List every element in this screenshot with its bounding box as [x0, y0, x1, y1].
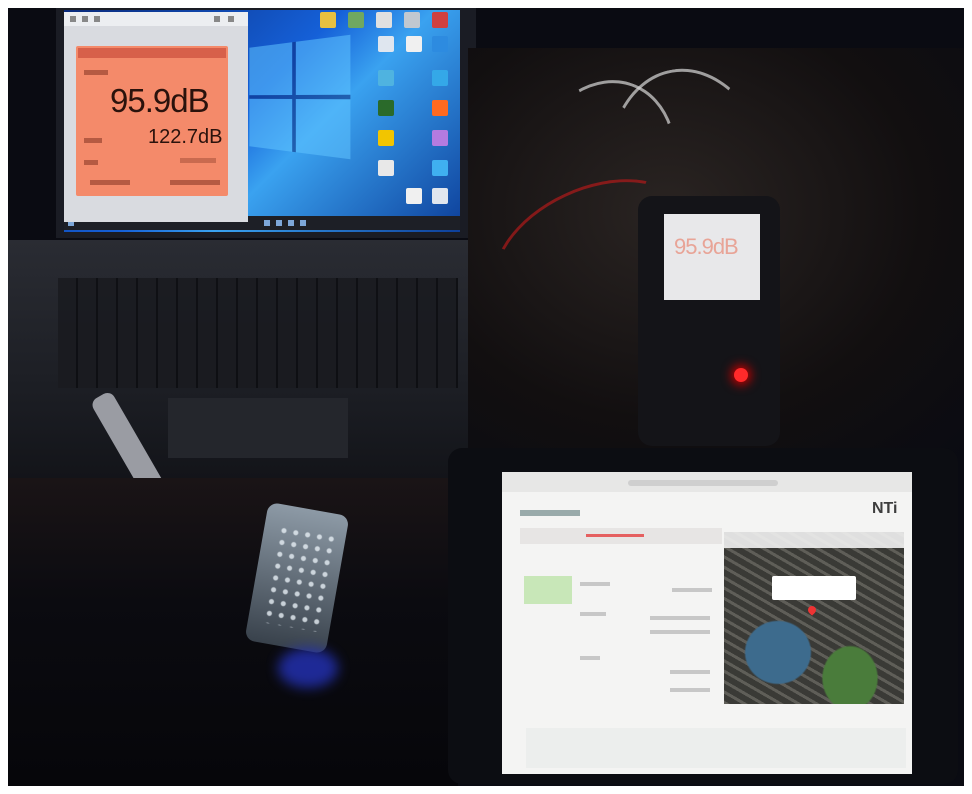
list-item [650, 616, 710, 620]
status-checkmark-cell[interactable] [524, 576, 572, 604]
panel-status-bar [78, 48, 226, 58]
peak-label [84, 138, 102, 143]
desktop-icon[interactable] [404, 12, 420, 28]
list-item [580, 612, 606, 616]
map-toolbar [724, 532, 904, 548]
desktop-icon[interactable] [378, 130, 394, 146]
titlebar-icon [70, 16, 76, 22]
taskbar-app-icon[interactable] [264, 220, 270, 226]
desktop-icon[interactable] [406, 188, 422, 204]
page-heading [520, 510, 580, 516]
taskbar-app-icon[interactable] [276, 220, 282, 226]
desktop-icon[interactable] [378, 160, 394, 176]
titlebar-icon [94, 16, 100, 22]
list-item [670, 670, 710, 674]
photo: 95.9dB 122.7dB 95.9dB NTi [8, 8, 964, 786]
playback-controls[interactable] [170, 180, 220, 185]
desktop-icon[interactable] [432, 100, 448, 116]
list-item [580, 656, 600, 660]
list-item [670, 688, 710, 692]
taskbar-app-icon[interactable] [300, 220, 306, 226]
desktop-icon[interactable] [378, 36, 394, 52]
main-level-value: 95.9dB [110, 82, 210, 119]
browser-address-bar[interactable] [628, 480, 778, 486]
meter-display-value: 95.9dB [674, 234, 739, 259]
desktop-icon[interactable] [378, 70, 394, 86]
window-titlebar[interactable] [64, 12, 248, 26]
blue-light-glow [278, 648, 338, 688]
minimize-icon[interactable] [214, 16, 220, 22]
page-footer-panel [526, 728, 906, 768]
desktop-icon[interactable] [348, 12, 364, 28]
laptop-keyboard [58, 278, 458, 388]
desktop-icon[interactable] [432, 188, 448, 204]
desktop-icon[interactable] [432, 160, 448, 176]
list-item [672, 588, 712, 592]
map-info-popup[interactable] [772, 576, 856, 600]
alert-indicator [586, 534, 644, 537]
list-item [650, 630, 710, 634]
meter-power-led [734, 368, 748, 382]
desk-surface [8, 478, 458, 786]
close-icon[interactable] [228, 16, 234, 22]
desktop-icon[interactable] [432, 36, 448, 52]
level-display-panel [76, 46, 228, 196]
desktop-icon[interactable] [378, 100, 394, 116]
desktop-icon[interactable] [406, 36, 422, 52]
third-label [84, 160, 98, 165]
titlebar-icon [82, 16, 88, 22]
desktop-icon[interactable] [432, 70, 448, 86]
desktop-icon[interactable] [376, 12, 392, 28]
taskbar-app-icon[interactable] [288, 220, 294, 226]
laptop-trackpad [168, 398, 348, 458]
list-item [580, 582, 610, 586]
satellite-map[interactable] [724, 532, 904, 704]
windows-logo-wallpaper [249, 34, 351, 160]
peak-level-value: 122.7dB [148, 126, 223, 148]
desktop-icon[interactable] [432, 130, 448, 146]
battery-status [90, 180, 130, 185]
nti-logo: NTi [872, 500, 898, 517]
third-value [180, 158, 216, 163]
level-label [84, 70, 108, 75]
desktop-icon[interactable] [320, 12, 336, 28]
desktop-icon[interactable] [432, 12, 448, 28]
